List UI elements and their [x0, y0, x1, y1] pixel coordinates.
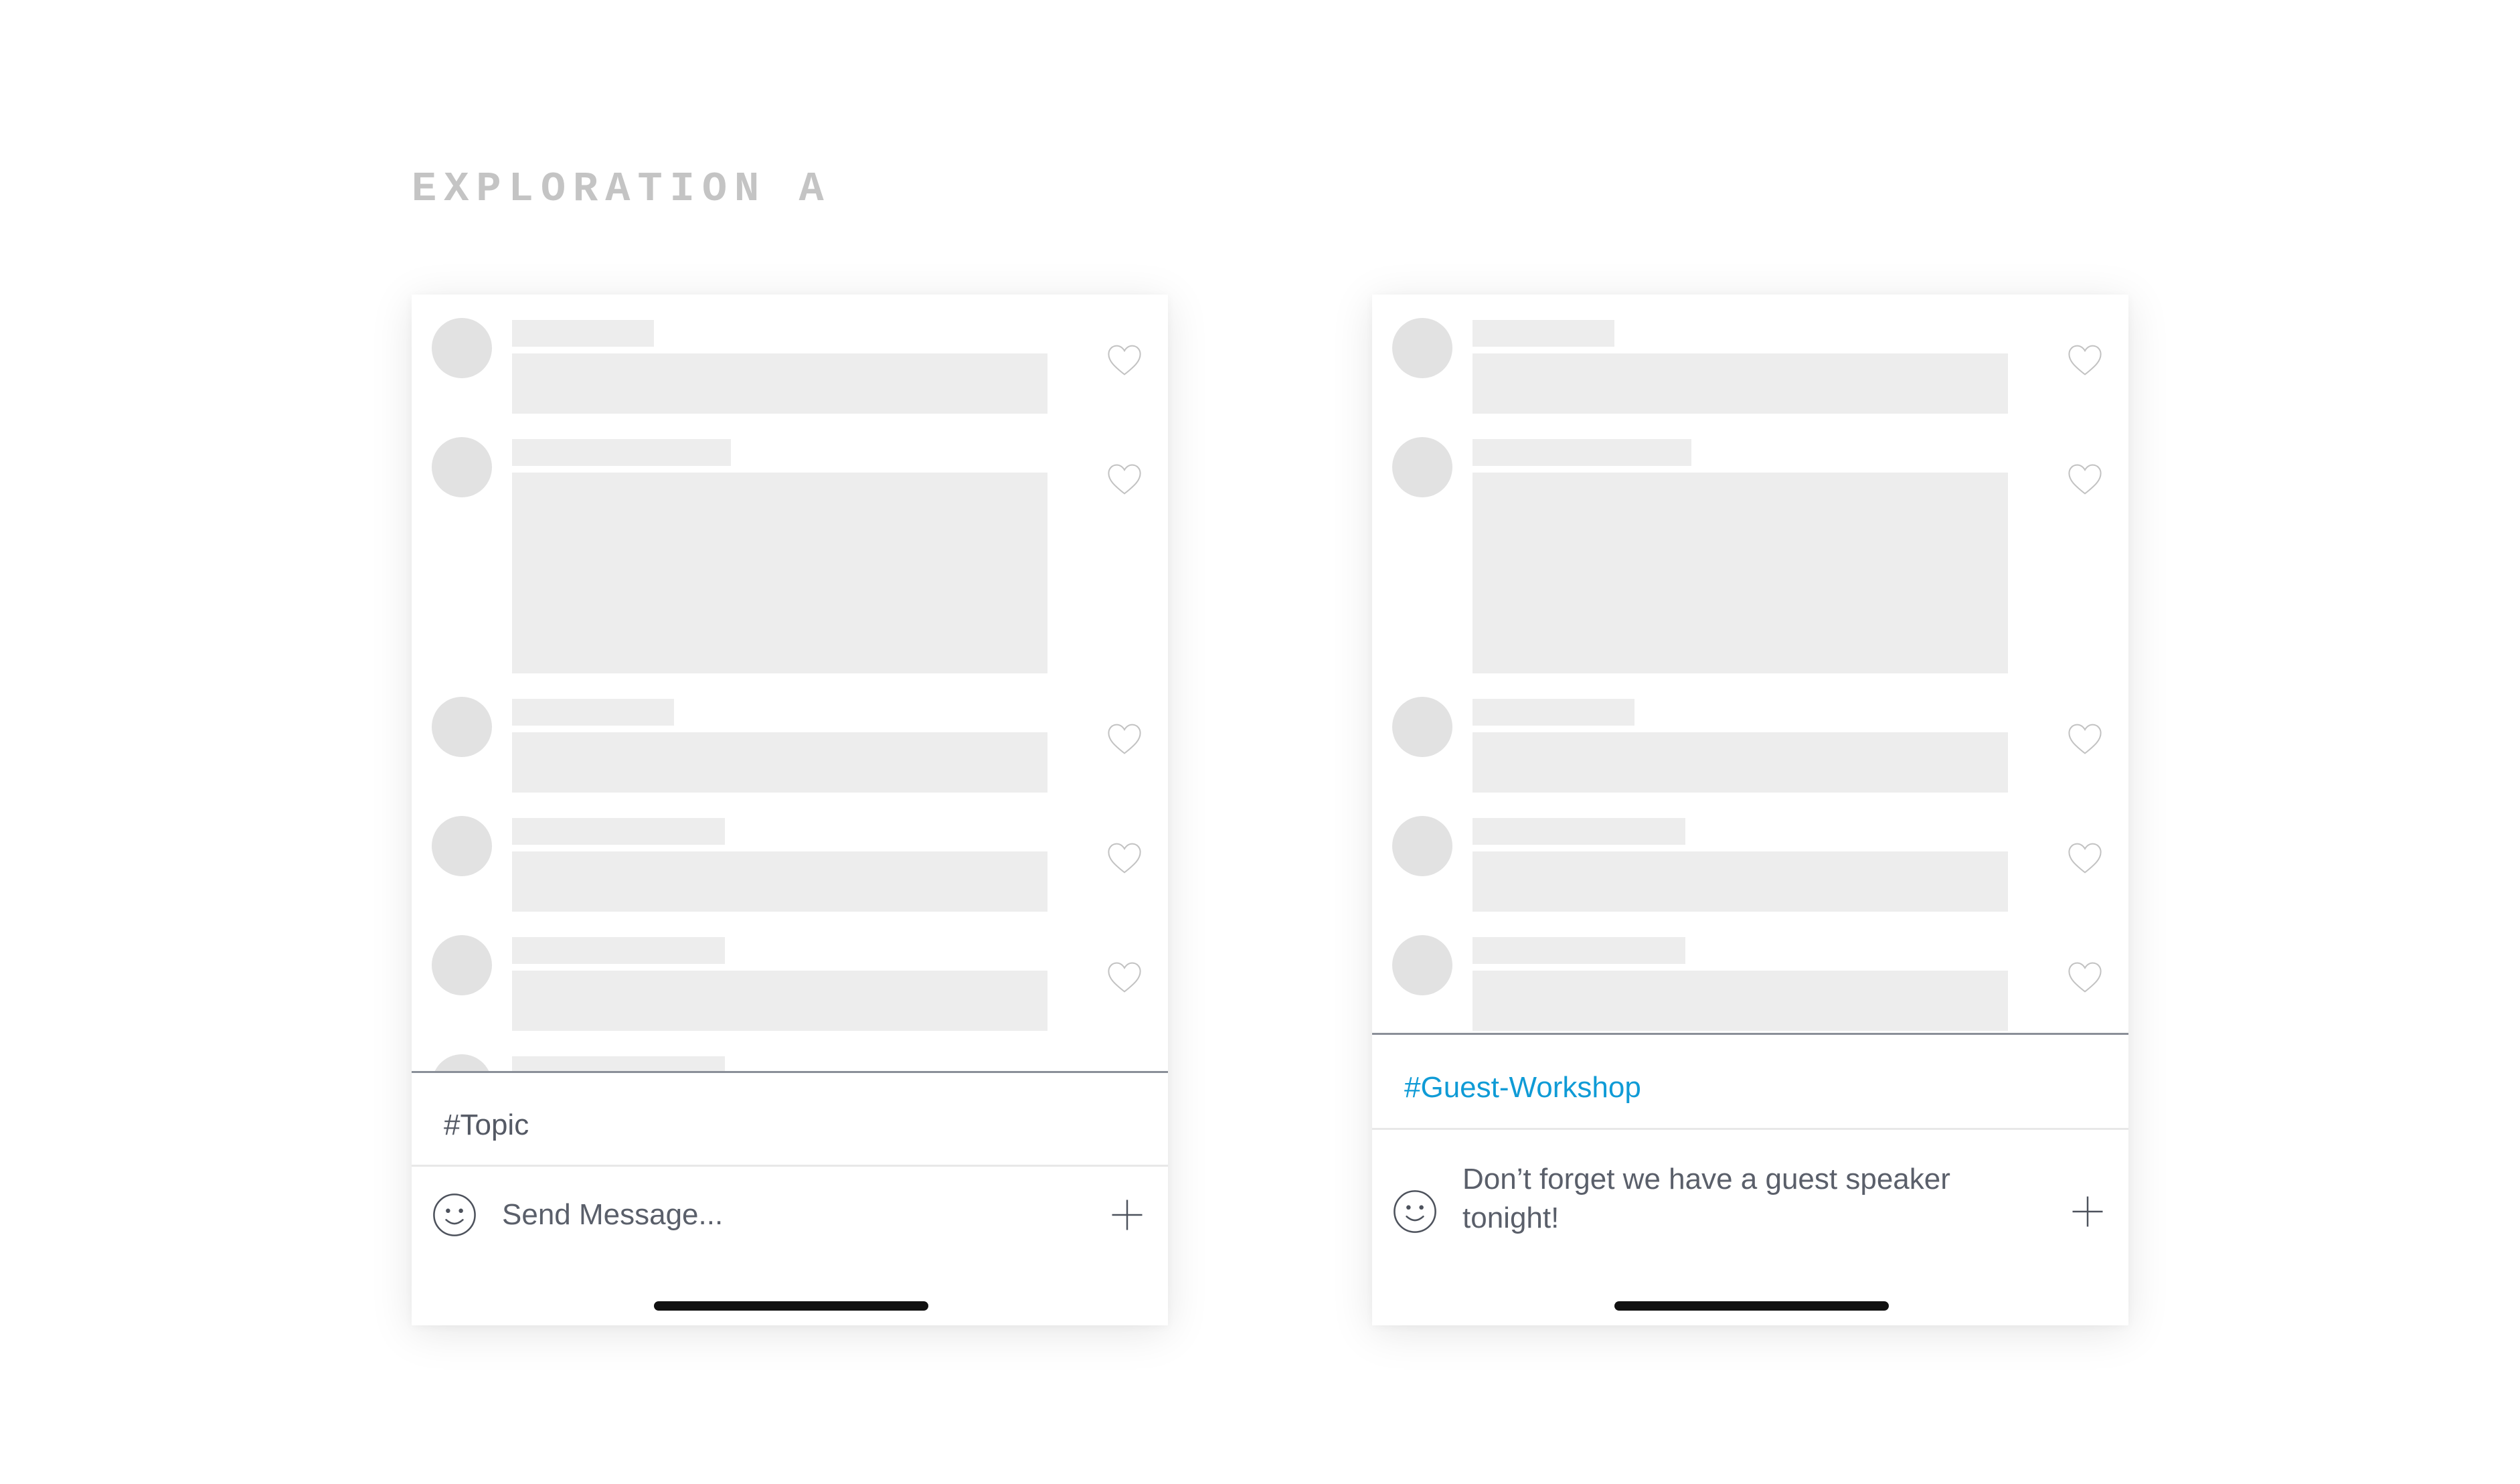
message-composer: Send Message...: [412, 1167, 1168, 1267]
sender-name-placeholder: [1473, 699, 1634, 726]
heart-icon[interactable]: [1106, 841, 1143, 875]
topic-label[interactable]: #Topic: [444, 1110, 529, 1140]
sender-name-placeholder: [512, 818, 725, 845]
heart-icon[interactable]: [2067, 463, 2103, 496]
avatar: [432, 1054, 492, 1072]
message-body-placeholder: [1473, 732, 2008, 793]
avatar: [1392, 437, 1452, 497]
message-input[interactable]: Don’t forget we have a guest speaker ton…: [1462, 1160, 1998, 1238]
phone-screen-a: #Topic Send Message...: [412, 295, 1168, 1325]
avatar: [432, 935, 492, 995]
sender-name-placeholder: [512, 937, 725, 964]
topic-divider: [1372, 1033, 2128, 1035]
heart-icon[interactable]: [1106, 961, 1143, 994]
avatar: [1392, 816, 1452, 876]
message-body-placeholder: [512, 353, 1047, 414]
page-title: EXPLORATION A: [412, 165, 831, 213]
heart-icon[interactable]: [1106, 722, 1143, 756]
heart-icon[interactable]: [2067, 722, 2103, 756]
smiley-face-icon[interactable]: [1392, 1189, 1438, 1234]
message-body-placeholder: [1473, 851, 2008, 912]
message-body-placeholder: [512, 732, 1047, 793]
sender-name-placeholder: [1473, 937, 1685, 964]
heart-icon[interactable]: [1106, 343, 1143, 377]
avatar: [432, 318, 492, 378]
sender-name-placeholder: [512, 1056, 725, 1072]
message-body-placeholder: [1473, 353, 2008, 414]
heart-icon[interactable]: [2067, 343, 2103, 377]
sender-name-placeholder: [1473, 818, 1685, 845]
plus-icon[interactable]: [1109, 1197, 1145, 1233]
avatar: [432, 697, 492, 757]
heart-icon[interactable]: [2067, 841, 2103, 875]
heart-icon[interactable]: [1106, 463, 1143, 496]
avatar: [1392, 318, 1452, 378]
sender-name-placeholder: [1473, 439, 1691, 466]
message-feed[interactable]: [412, 295, 1168, 1072]
message-feed[interactable]: [1372, 295, 2128, 1034]
message-input[interactable]: Send Message...: [502, 1196, 1037, 1234]
avatar: [1392, 697, 1452, 757]
topic-label[interactable]: #Guest-Workshop: [1404, 1073, 1641, 1102]
topic-divider: [412, 1071, 1168, 1073]
message-body-placeholder: [1473, 971, 2008, 1031]
plus-icon[interactable]: [2070, 1193, 2106, 1230]
avatar: [432, 437, 492, 497]
phone-screen-b: #Guest-Workshop Don’t forget we have a g…: [1372, 295, 2128, 1325]
message-body-placeholder: [512, 473, 1047, 673]
message-body-placeholder: [512, 851, 1047, 912]
smiley-face-icon[interactable]: [432, 1192, 477, 1238]
message-composer: Don’t forget we have a guest speaker ton…: [1372, 1130, 2128, 1264]
home-indicator: [654, 1301, 928, 1311]
sender-name-placeholder: [512, 320, 654, 347]
avatar: [1392, 935, 1452, 995]
home-indicator: [1614, 1301, 1889, 1311]
sender-name-placeholder: [512, 439, 731, 466]
message-body-placeholder: [512, 971, 1047, 1031]
avatar: [432, 816, 492, 876]
heart-icon[interactable]: [2067, 961, 2103, 994]
sender-name-placeholder: [1473, 320, 1614, 347]
message-body-placeholder: [1473, 473, 2008, 673]
sender-name-placeholder: [512, 699, 674, 726]
